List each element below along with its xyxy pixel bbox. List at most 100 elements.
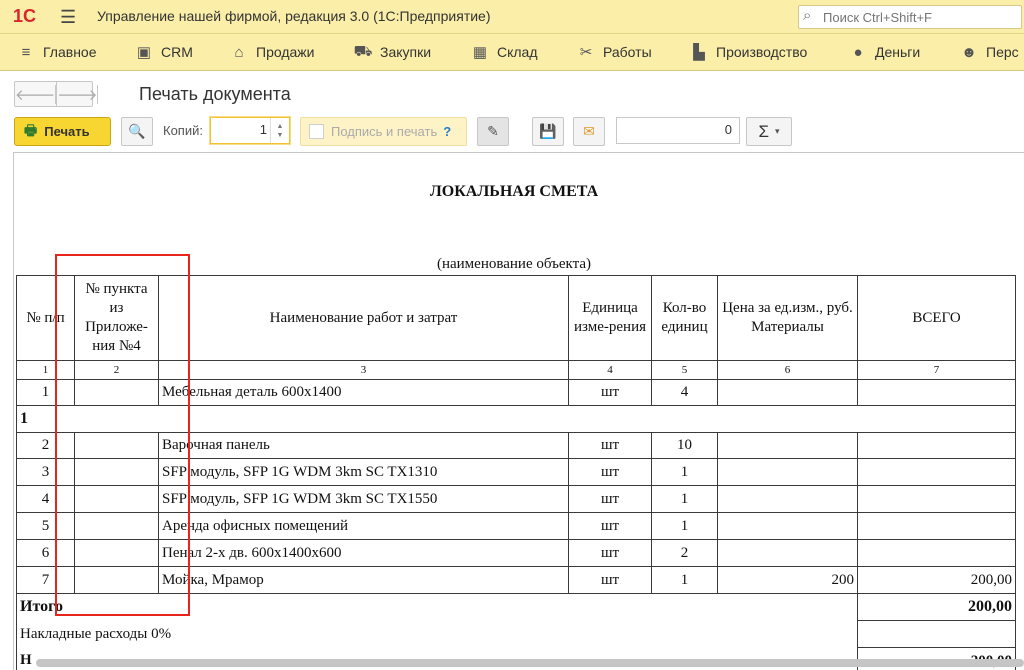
spreadsheet-document[interactable]: ЛОКАЛЬНАЯ СМЕТА (наименование объекта) №… — [13, 152, 1024, 670]
cell-quantity[interactable]: 1 — [652, 567, 718, 594]
cell-total[interactable] — [858, 513, 1016, 540]
cell-work-name[interactable]: Аренда офисных помещений — [159, 513, 569, 540]
copies-stepper[interactable]: ▲▼ — [270, 118, 289, 143]
cell-number[interactable]: 6 — [17, 540, 75, 567]
group-row[interactable]: 1 — [17, 406, 1016, 433]
cell-total[interactable] — [858, 459, 1016, 486]
cell-quantity[interactable]: 1 — [652, 459, 718, 486]
search-input[interactable] — [821, 9, 1015, 26]
cell-price[interactable] — [718, 540, 858, 567]
send-email-button[interactable]: ✉ — [573, 117, 605, 146]
cell-work-name[interactable]: SFP модуль, SFP 1G WDM 3km SC TX1310 — [159, 459, 569, 486]
cell-quantity[interactable]: 2 — [652, 540, 718, 567]
cell-appendix-item[interactable] — [75, 459, 159, 486]
menu-item-sales[interactable]: ⌂Продажи — [231, 34, 314, 70]
forward-button[interactable]: 🡒 — [57, 82, 98, 106]
cell-total[interactable] — [858, 380, 1016, 406]
cell-appendix-item[interactable] — [75, 380, 159, 406]
sign-checkbox[interactable] — [309, 124, 324, 139]
menu-item-production[interactable]: ▙Производство — [691, 34, 807, 70]
cell-total[interactable] — [858, 540, 1016, 567]
global-search[interactable]: ⌕ — [798, 5, 1022, 29]
cell-number[interactable]: 4 — [17, 486, 75, 513]
total-row[interactable]: Итого 200,00 — [17, 594, 1016, 621]
cell-quantity[interactable]: 10 — [652, 433, 718, 459]
cell-price[interactable] — [718, 513, 858, 540]
cell-price[interactable] — [718, 433, 858, 459]
table-row[interactable]: 5 Аренда офисных помещений шт 1 — [17, 513, 1016, 540]
search-icon: ⌕ — [803, 7, 811, 24]
total-label[interactable]: Итого — [17, 594, 858, 621]
print-button[interactable]: 🖶 Печать — [14, 117, 111, 146]
cell-appendix-item[interactable] — [75, 513, 159, 540]
table-row[interactable]: 3 SFP модуль, SFP 1G WDM 3km SC TX1310 ш… — [17, 459, 1016, 486]
cell-quantity[interactable]: 1 — [652, 486, 718, 513]
menu-item-money[interactable]: ●Деньги — [850, 34, 920, 70]
cell-appendix-item[interactable] — [75, 540, 159, 567]
copies-field[interactable]: ▲▼ — [210, 117, 290, 144]
table-row[interactable]: 1 Мебельная деталь 600х1400 шт 4 — [17, 380, 1016, 406]
app-title: Управление нашей фирмой, редакция 3.0 (1… — [97, 8, 491, 24]
table-row[interactable]: 6 Пенал 2-х дв. 600х1400х600 шт 2 — [17, 540, 1016, 567]
main-menu-icon[interactable]: ☰ — [60, 7, 76, 28]
cell-total[interactable] — [858, 486, 1016, 513]
cell-appendix-item[interactable] — [75, 567, 159, 594]
overhead-label[interactable]: Накладные расходы 0% — [17, 621, 858, 648]
back-button[interactable]: 🡐 — [15, 82, 57, 106]
cell-appendix-item[interactable] — [75, 433, 159, 459]
cell-work-name[interactable]: Варочная панель — [159, 433, 569, 459]
edit-mode-button[interactable]: ✎ — [477, 117, 509, 146]
cell-price[interactable] — [718, 486, 858, 513]
horizontal-scrollbar[interactable] — [36, 659, 1024, 667]
cell-number[interactable]: 1 — [17, 380, 75, 406]
sum-input[interactable] — [630, 121, 734, 138]
table-row[interactable]: 2 Варочная панель шт 10 — [17, 433, 1016, 459]
cell-unit[interactable]: шт — [569, 513, 652, 540]
cell-price[interactable] — [718, 459, 858, 486]
cell-unit[interactable]: шт — [569, 486, 652, 513]
cell-unit[interactable]: шт — [569, 567, 652, 594]
cell-work-name[interactable]: Мойка, Мрамор — [159, 567, 569, 594]
purchases-icon: ⛟ — [355, 44, 371, 60]
person-icon: ☻ — [961, 44, 977, 60]
cell-quantity[interactable]: 4 — [652, 380, 718, 406]
cell-appendix-item[interactable] — [75, 486, 159, 513]
copies-input[interactable] — [215, 121, 269, 138]
cell-unit[interactable]: шт — [569, 380, 652, 406]
menu-item-warehouse[interactable]: ▦Склад — [472, 34, 538, 70]
total-value[interactable]: 200,00 — [858, 594, 1016, 621]
cell-total[interactable]: 200,00 — [858, 567, 1016, 594]
menu-item-personnel[interactable]: ☻Перс — [961, 34, 1019, 70]
cell-unit[interactable]: шт — [569, 433, 652, 459]
cell-quantity[interactable]: 1 — [652, 513, 718, 540]
table-row[interactable]: 4 SFP модуль, SFP 1G WDM 3km SC TX1550 ш… — [17, 486, 1016, 513]
help-icon[interactable]: ? — [443, 124, 451, 139]
cell-number[interactable]: 5 — [17, 513, 75, 540]
cell-price[interactable]: 200 — [718, 567, 858, 594]
menu-item-purchases[interactable]: ⛟Закупки — [355, 34, 431, 70]
cell-price[interactable] — [718, 380, 858, 406]
warehouse-icon: ▦ — [472, 44, 488, 60]
sign-and-stamp-toggle[interactable]: Подпись и печать ? — [300, 117, 467, 146]
cell-work-name[interactable]: Мебельная деталь 600х1400 — [159, 380, 569, 406]
table-row[interactable]: 7 Мойка, Мрамор шт 1 200 200,00 — [17, 567, 1016, 594]
sum-field[interactable] — [616, 117, 740, 144]
cell-work-name[interactable]: Пенал 2-х дв. 600х1400х600 — [159, 540, 569, 567]
cell-unit[interactable]: шт — [569, 540, 652, 567]
menu-item-main[interactable]: ≡Главное — [18, 34, 97, 70]
cell-number[interactable]: 2 — [17, 433, 75, 459]
preview-button[interactable]: 🔍 — [121, 117, 153, 146]
menu-item-crm[interactable]: ▣CRM — [136, 34, 193, 70]
menu-item-works[interactable]: ✂Работы — [578, 34, 652, 70]
cell-number[interactable]: 3 — [17, 459, 75, 486]
cell-work-name[interactable]: SFP модуль, SFP 1G WDM 3km SC TX1550 — [159, 486, 569, 513]
cell-number[interactable]: 7 — [17, 567, 75, 594]
overhead-row[interactable]: Накладные расходы 0% — [17, 621, 1016, 648]
cell-unit[interactable]: шт — [569, 459, 652, 486]
overhead-value[interactable] — [858, 621, 1016, 648]
group-label[interactable]: 1 — [17, 406, 1016, 433]
cell-total[interactable] — [858, 433, 1016, 459]
tools-icon: ✂ — [578, 44, 594, 60]
sum-mode-dropdown[interactable]: Σ▾ — [746, 117, 792, 146]
save-button[interactable]: 💾 — [532, 117, 564, 146]
